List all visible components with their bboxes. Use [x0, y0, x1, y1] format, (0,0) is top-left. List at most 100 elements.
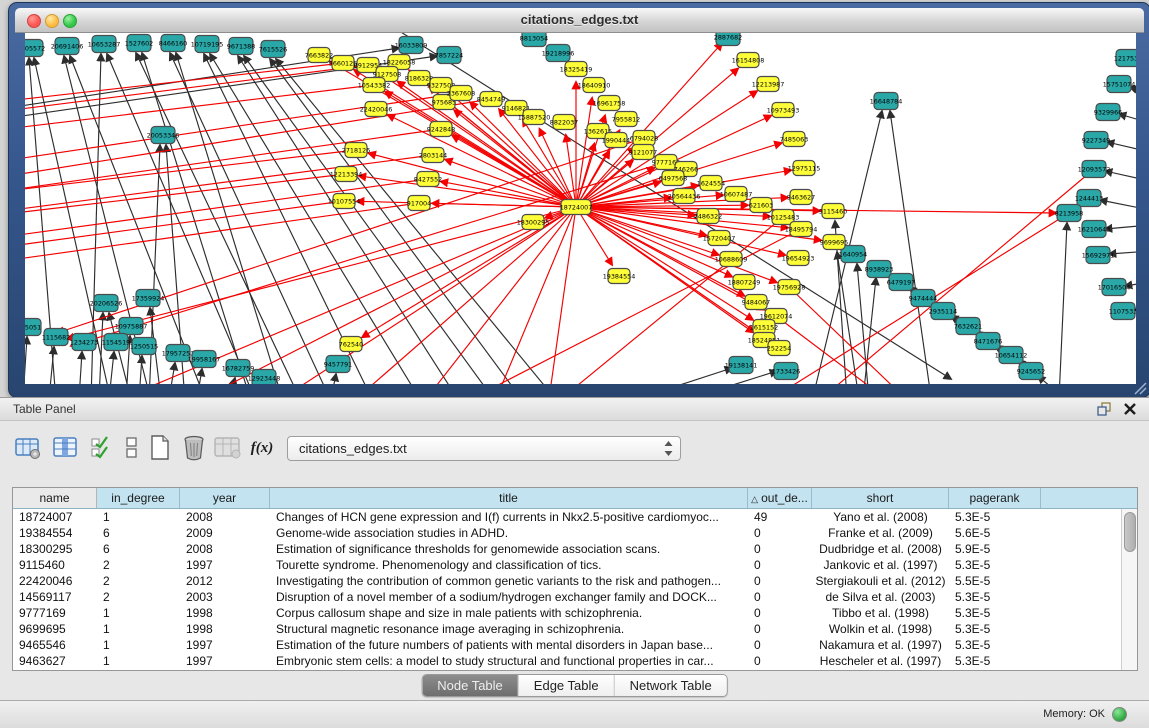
- graph-node[interactable]: 12093572: [1078, 161, 1111, 178]
- table-cell[interactable]: 9777169: [13, 605, 97, 621]
- table-cell[interactable]: 9463627: [13, 653, 97, 669]
- table-cell[interactable]: 1: [97, 509, 180, 525]
- table-cell[interactable]: 9115460: [13, 557, 97, 573]
- close-panel-icon[interactable]: [1123, 402, 1137, 416]
- graph-node[interactable]: 1115682: [42, 329, 70, 346]
- table-cell[interactable]: 1997: [180, 557, 270, 573]
- window-titlebar[interactable]: citations_edges.txt: [15, 8, 1144, 33]
- graph-node[interactable]: 2718126: [342, 143, 370, 158]
- table-cell[interactable]: 0: [748, 653, 812, 669]
- table-cell[interactable]: 2: [97, 557, 180, 573]
- graph-node[interactable]: 19218996: [542, 45, 575, 62]
- table-cell[interactable]: 5.3E-5: [949, 653, 1041, 669]
- table-cell[interactable]: 0: [748, 637, 812, 653]
- table-cell[interactable]: 6: [97, 541, 180, 557]
- table-row[interactable]: 946554611997Estimation of the future num…: [13, 637, 1137, 653]
- graph-node[interactable]: 8466160: [159, 35, 187, 52]
- table-cell[interactable]: Tourette syndrome. Phenomenology and cla…: [270, 557, 748, 573]
- graph-node[interactable]: 762540: [339, 337, 363, 352]
- graph-node[interactable]: 7857224: [435, 47, 463, 64]
- graph-node[interactable]: 8938923: [865, 261, 893, 278]
- graph-node[interactable]: 10688609: [715, 252, 748, 267]
- graph-node[interactable]: 9227349: [1082, 132, 1110, 149]
- table-row[interactable]: 911546021997Tourette syndrome. Phenomeno…: [13, 557, 1137, 573]
- table-cell[interactable]: 1: [97, 653, 180, 669]
- graph-node[interactable]: 18724007: [560, 200, 593, 215]
- table-cell[interactable]: 2: [97, 573, 180, 589]
- table-cell[interactable]: Stergiakouli et al. (2012): [812, 573, 949, 589]
- graph-node[interactable]: 9457791: [324, 356, 352, 373]
- table-cell[interactable]: 0: [748, 605, 812, 621]
- table-cell[interactable]: 0: [748, 541, 812, 557]
- graph-node[interactable]: 10975887: [115, 318, 148, 335]
- graph-node[interactable]: 1107533: [1109, 303, 1136, 320]
- table-cell[interactable]: 49: [748, 509, 812, 525]
- graph-node[interactable]: 12975115: [788, 161, 821, 176]
- table-row[interactable]: 977716911998Corpus callosum shape and si…: [13, 605, 1137, 621]
- table-cell[interactable]: 18300295: [13, 541, 97, 557]
- table-cell[interactable]: 14569117: [13, 589, 97, 605]
- graph-node[interactable]: 20053346: [147, 127, 180, 144]
- table-cell[interactable]: 5.3E-5: [949, 605, 1041, 621]
- graph-node[interactable]: 9463627: [787, 190, 815, 205]
- table-cell[interactable]: 9465546: [13, 637, 97, 653]
- graph-node[interactable]: 17016504: [1098, 279, 1131, 296]
- table-cell[interactable]: Tibbo et al. (1998): [812, 605, 949, 621]
- table-cell[interactable]: 5.3E-5: [949, 621, 1041, 637]
- table-cell[interactable]: Genome-wide association studies in ADHD.: [270, 525, 748, 541]
- table-row[interactable]: 2242004622012Investigating the contribut…: [13, 573, 1137, 589]
- resize-grip-icon[interactable]: [1131, 381, 1147, 395]
- graph-node[interactable]: 9115460: [819, 204, 847, 219]
- table-cell[interactable]: 18724007: [13, 509, 97, 525]
- graph-node[interactable]: 252254: [767, 341, 791, 356]
- graph-node[interactable]: 17359924: [132, 290, 165, 307]
- graph-node[interactable]: 10973493: [767, 103, 800, 118]
- scrollbar-thumb[interactable]: [1124, 512, 1136, 552]
- table-cell[interactable]: Structural magnetic resonance image aver…: [270, 621, 748, 637]
- table-cell[interactable]: 1998: [180, 605, 270, 621]
- graph-node[interactable]: 9245652: [1017, 363, 1045, 380]
- tab-node-table[interactable]: Node Table: [422, 675, 519, 696]
- import-table-icon[interactable]: [214, 434, 242, 462]
- column-header-name[interactable]: name: [13, 488, 97, 508]
- graph-node[interactable]: 19138141: [725, 357, 758, 374]
- table-cell[interactable]: 5.3E-5: [949, 589, 1041, 605]
- float-panel-icon[interactable]: [1097, 402, 1113, 416]
- table-cell[interactable]: Changes of HCN gene expression and I(f) …: [270, 509, 748, 525]
- graph-node[interactable]: 16648784: [870, 93, 903, 110]
- graph-node[interactable]: 2803144: [419, 148, 447, 163]
- table-cell[interactable]: de Silva et al. (2003): [812, 589, 949, 605]
- table-cell[interactable]: 2012: [180, 573, 270, 589]
- table-cell[interactable]: 5.3E-5: [949, 637, 1041, 653]
- column-header-in_degree[interactable]: in_degree: [97, 488, 180, 508]
- table-cell[interactable]: 9699695: [13, 621, 97, 637]
- table-cell[interactable]: 2009: [180, 525, 270, 541]
- graph-node[interactable]: 1527602: [125, 35, 153, 52]
- graph-node[interactable]: 9121077: [629, 145, 657, 160]
- graph-node[interactable]: 9405572: [25, 40, 45, 57]
- graph-node[interactable]: 12213394: [330, 167, 363, 182]
- graph-node[interactable]: 7955812: [612, 112, 640, 127]
- graph-node[interactable]: 16154808: [732, 53, 765, 68]
- graph-node[interactable]: 12213987: [752, 77, 785, 92]
- column-header-year[interactable]: year: [180, 488, 270, 508]
- table-cell[interactable]: 1: [97, 605, 180, 621]
- table-cell[interactable]: 22420046: [13, 573, 97, 589]
- table-cell[interactable]: 0: [748, 621, 812, 637]
- graph-node[interactable]: 15720407: [703, 231, 736, 246]
- table-cell[interactable]: 6: [97, 525, 180, 541]
- graph-node[interactable]: 1154519: [102, 334, 130, 351]
- graph-node[interactable]: 1244413: [1075, 190, 1103, 207]
- graph-node[interactable]: 18640910: [578, 78, 611, 93]
- graph-node[interactable]: 10653287: [88, 36, 121, 53]
- graph-node[interactable]: 8427552: [414, 172, 442, 187]
- table-cell[interactable]: 1997: [180, 637, 270, 653]
- graph-node[interactable]: 1733426: [772, 363, 800, 380]
- graph-node[interactable]: 8813054: [520, 33, 548, 47]
- row-height-icon[interactable]: [118, 434, 146, 462]
- table-cell[interactable]: 1998: [180, 621, 270, 637]
- new-table-icon[interactable]: [146, 434, 174, 462]
- table-row[interactable]: 1872400712008Changes of HCN gene express…: [13, 509, 1137, 525]
- column-header-title[interactable]: title: [270, 488, 748, 508]
- table-cell[interactable]: Jankovic et al. (1997): [812, 557, 949, 573]
